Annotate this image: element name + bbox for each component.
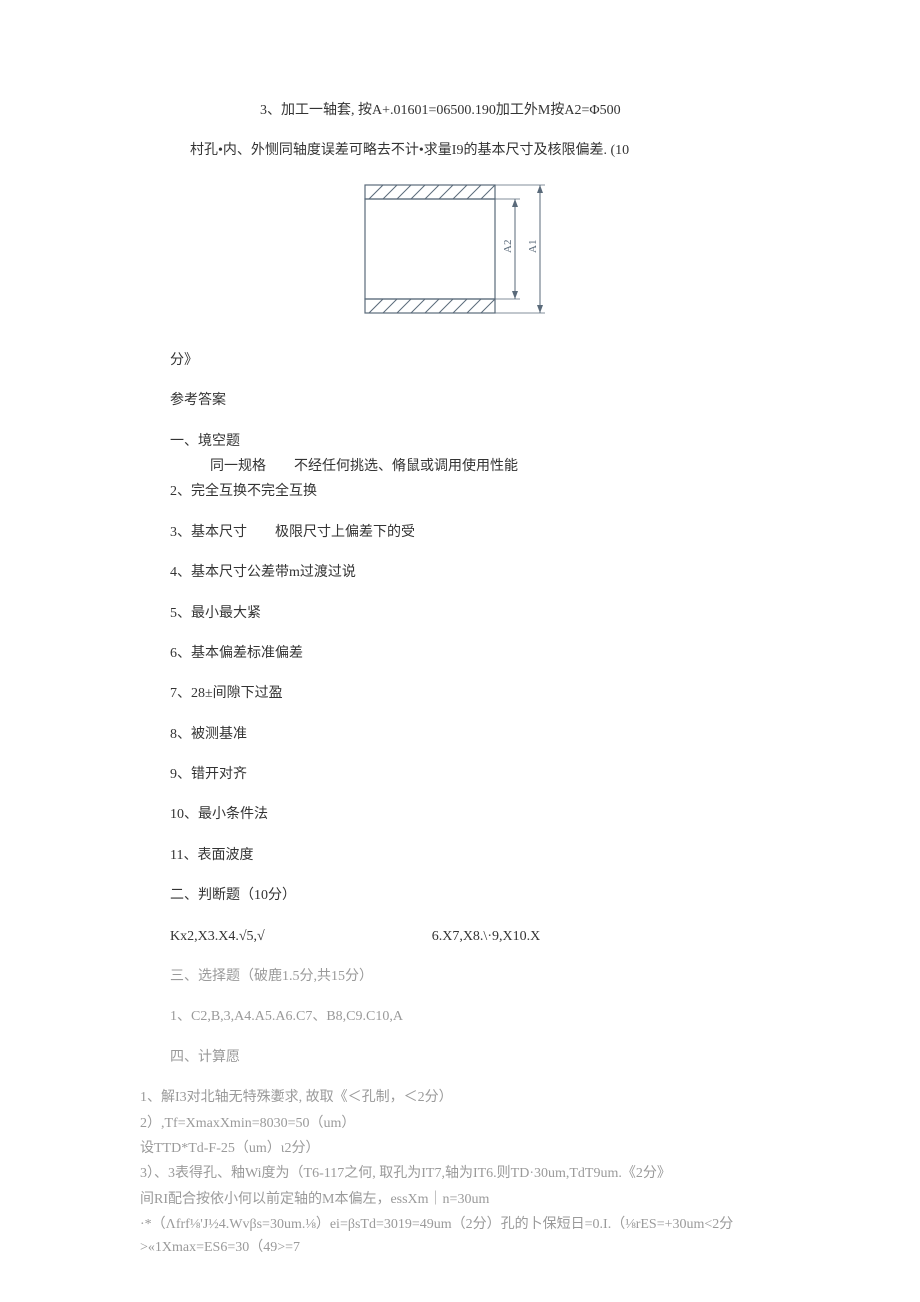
judge-answers: Kx2,X3.X4.√5,√ 6.X7,X8.\·9,X10.X	[170, 926, 750, 948]
calc-line-3: 设TTD*Td-F-25（um）ι2分）	[140, 1138, 750, 1160]
judge-part-b: 6.X7,X8.\·9,X10.X	[432, 929, 541, 944]
answer-9: 9、错开对齐	[170, 764, 750, 786]
label-a2: A2	[502, 239, 514, 252]
choice-answers: 1、C2,B,3,A4.A5.A6.C7、B8,C9.C10,A	[170, 1006, 750, 1028]
diagram-container: A2 A1	[170, 181, 750, 336]
section-choice-heading: 三、选择题（破鹿1.5分,共15分）	[170, 966, 750, 988]
line-3: 分》	[170, 350, 750, 372]
section-answers-heading: 参考答案	[170, 390, 750, 412]
calc-line-2: 2）,Tf=XmaxXmin=8030=50（um）	[140, 1113, 750, 1135]
answer-4: 4、基本尺寸公差带m过渡过说	[170, 562, 750, 584]
answer-1: 同一规格 不经任何挑选、脩鼠或调用使用性能	[210, 456, 750, 478]
calc-line-4: 3）、3表得孔、釉Wi度为（T6-117之何, 取孔为IT7,轴为IT6.则TD…	[140, 1163, 750, 1185]
calc-line-5: 间RI配合按依小何以前定轴的M本偏左，essXm｜n=30um	[140, 1189, 750, 1211]
bushing-diagram: A2 A1	[355, 181, 565, 336]
answer-7: 7、28±间隙下过盈	[170, 683, 750, 705]
label-a1: A1	[527, 239, 539, 252]
line-2: 村孔•内、外恻同轴度误差可略去不计•求量I9的基本尺寸及核限偏差. (10	[190, 140, 750, 162]
answer-3: 3、基本尺寸 极限尺寸上偏差下的受	[170, 522, 750, 544]
calc-line-1: 1、解I3对北轴无特殊嬱求, 故取《＜孔制，＜2分）	[140, 1087, 750, 1109]
calc-line-6: ·*（Λfrf⅛'J½4.Wvβs=30um.⅛）ei=βsTd=3019=49…	[140, 1214, 750, 1259]
answer-8: 8、被测基准	[170, 724, 750, 746]
answer-2: 2、完全互换不完全互换	[170, 481, 750, 503]
judge-part-a: Kx2,X3.X4.√5,√	[170, 929, 265, 944]
line-1: 3、加工一轴套, 按A+.01601=06500.190加工外M按A2=Φ500	[260, 100, 750, 122]
answer-6: 6、基本偏差标准偏差	[170, 643, 750, 665]
document-page: 3、加工一轴套, 按A+.01601=06500.190加工外M按A2=Φ500…	[0, 0, 920, 1302]
section-calc-heading: 四、计算愿	[170, 1047, 750, 1069]
section-judge-heading: 二、判断题（10分）	[170, 885, 750, 907]
section-fill-heading: 一、境空题	[170, 431, 750, 453]
answer-5: 5、最小最大紧	[170, 603, 750, 625]
answer-11: 11、表面波度	[170, 845, 750, 867]
answer-10: 10、最小条件法	[170, 804, 750, 826]
